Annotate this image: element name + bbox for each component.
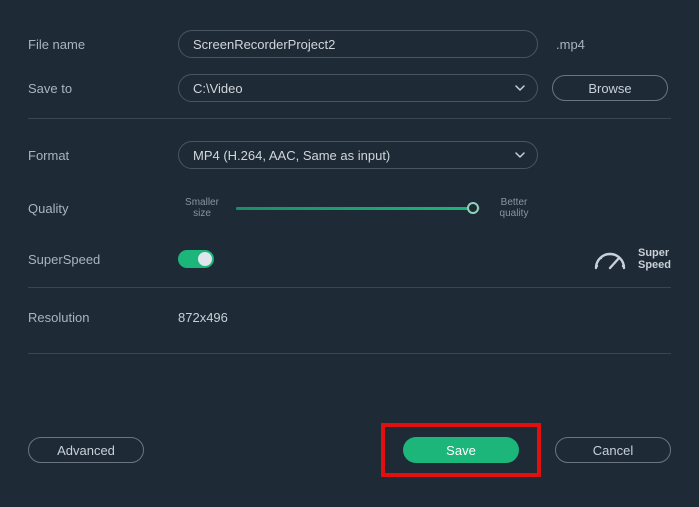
save-to-select[interactable]: C:\Video xyxy=(178,74,538,102)
superspeed-label: SuperSpeed xyxy=(28,252,178,267)
divider xyxy=(28,287,671,288)
save-to-row: Save to C:\Video Browse xyxy=(28,74,671,102)
save-to-controls: C:\Video Browse xyxy=(178,74,671,102)
quality-slider-wrap: Smaller size Better quality xyxy=(178,197,538,219)
superspeed-badge-line2: Speed xyxy=(638,259,671,271)
superspeed-badge: Super Speed xyxy=(638,247,671,271)
superspeed-indicator: Super Speed xyxy=(592,247,671,271)
format-controls: MP4 (H.264, AAC, Same as input) xyxy=(178,141,671,169)
quality-min-label: Smaller size xyxy=(178,197,226,219)
resolution-label: Resolution xyxy=(28,310,178,325)
bottom-right-group: Save Cancel xyxy=(381,423,671,477)
bottom-bar: Advanced Save Cancel xyxy=(28,423,671,477)
browse-button[interactable]: Browse xyxy=(552,75,668,101)
file-name-label: File name xyxy=(28,37,178,52)
divider xyxy=(28,353,671,354)
quality-controls: Smaller size Better quality xyxy=(178,197,671,219)
superspeed-row: SuperSpeed Super Speed xyxy=(28,247,671,271)
quality-slider[interactable] xyxy=(236,207,480,210)
gauge-icon xyxy=(592,248,628,270)
resolution-value: 872x496 xyxy=(178,310,228,325)
advanced-button[interactable]: Advanced xyxy=(28,437,144,463)
save-to-value: C:\Video xyxy=(193,81,243,96)
file-name-controls: .mp4 xyxy=(178,30,671,58)
resolution-controls: 872x496 xyxy=(178,310,671,325)
quality-slider-thumb[interactable] xyxy=(467,202,479,214)
quality-max-label: Better quality xyxy=(490,197,538,219)
quality-row: Quality Smaller size Better quality xyxy=(28,197,671,219)
file-name-row: File name .mp4 xyxy=(28,30,671,58)
toggle-knob xyxy=(198,252,212,266)
chevron-down-icon xyxy=(515,150,525,160)
format-value: MP4 (H.264, AAC, Same as input) xyxy=(193,148,390,163)
superspeed-controls: Super Speed xyxy=(178,247,671,271)
cancel-button[interactable]: Cancel xyxy=(555,437,671,463)
format-select[interactable]: MP4 (H.264, AAC, Same as input) xyxy=(178,141,538,169)
quality-slider-fill xyxy=(236,207,473,210)
superspeed-badge-line1: Super xyxy=(638,247,671,259)
file-name-input[interactable] xyxy=(178,30,538,58)
format-label: Format xyxy=(28,148,178,163)
quality-label: Quality xyxy=(28,201,178,216)
divider xyxy=(28,118,671,119)
file-ext-label: .mp4 xyxy=(556,37,585,52)
superspeed-toggle[interactable] xyxy=(178,250,214,268)
save-to-label: Save to xyxy=(28,81,178,96)
save-button[interactable]: Save xyxy=(403,437,519,463)
save-highlight: Save xyxy=(381,423,541,477)
chevron-down-icon xyxy=(515,83,525,93)
resolution-row: Resolution 872x496 xyxy=(28,310,671,325)
format-row: Format MP4 (H.264, AAC, Same as input) xyxy=(28,141,671,169)
